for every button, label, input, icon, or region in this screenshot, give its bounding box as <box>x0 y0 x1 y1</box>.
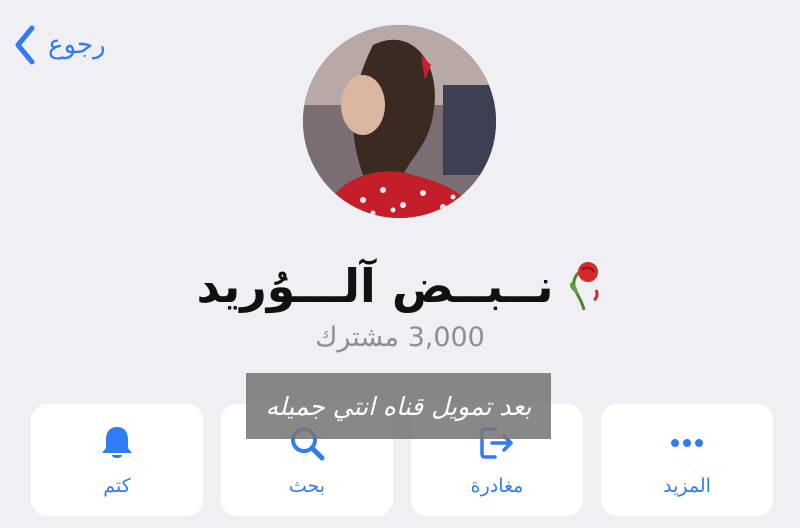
channel-avatar[interactable] <box>303 25 496 218</box>
more-label: المزيد <box>663 475 711 497</box>
channel-title-row: نــبــض آلـــوُريد <box>0 256 800 316</box>
search-label: بحث <box>288 475 326 497</box>
leave-label: مغادرة <box>470 475 524 497</box>
bell-icon <box>102 427 132 458</box>
wilted-rose-icon <box>564 260 604 312</box>
back-button[interactable]: رجوع <box>12 24 106 66</box>
subscriber-count: 3,000 مشترك <box>315 322 485 353</box>
back-label: رجوع <box>48 30 106 60</box>
avatar-image <box>303 25 496 218</box>
mute-label: كتم <box>103 475 131 497</box>
chevron-left-icon <box>15 25 35 65</box>
more-icon <box>671 439 703 447</box>
mute-button[interactable]: كتم <box>31 404 203 516</box>
more-button[interactable]: المزيد <box>601 404 773 516</box>
caption-overlay: بعد تمويل قناه انتي جميله <box>246 373 551 439</box>
channel-name: نــبــض آلـــوُريد <box>196 259 554 313</box>
